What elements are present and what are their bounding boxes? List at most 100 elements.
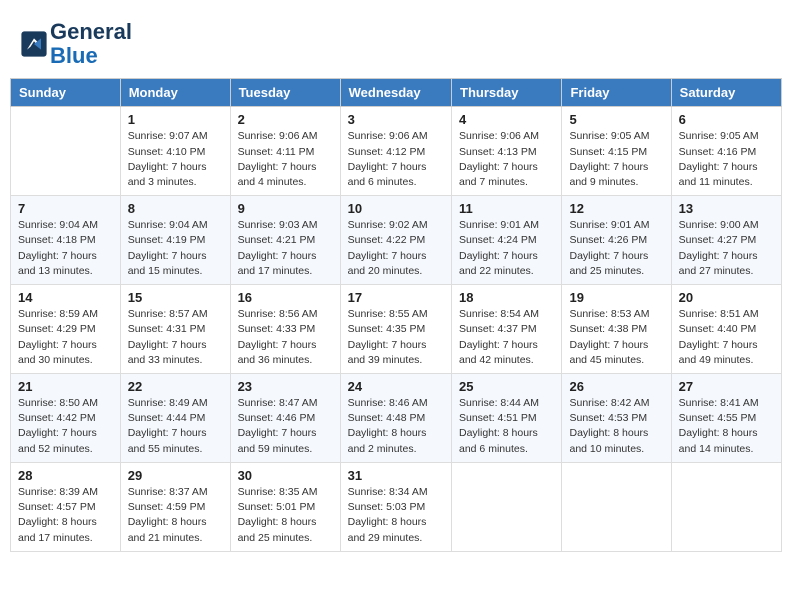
day-info: Sunrise: 8:37 AM Sunset: 4:59 PM Dayligh… (128, 485, 223, 546)
day-number: 12 (569, 201, 663, 216)
day-number: 17 (348, 290, 444, 305)
logo: General Blue (20, 20, 132, 68)
day-number: 16 (238, 290, 333, 305)
calendar-cell: 4 Sunrise: 9:06 AM Sunset: 4:13 PM Daylig… (452, 107, 562, 196)
day-number: 18 (459, 290, 554, 305)
calendar-cell: 24 Sunrise: 8:46 AM Sunset: 4:48 PM Dayli… (340, 374, 451, 463)
day-info: Sunrise: 9:04 AM Sunset: 4:19 PM Dayligh… (128, 218, 223, 279)
logo-icon (20, 30, 48, 58)
calendar-cell (562, 462, 671, 551)
day-info: Sunrise: 9:03 AM Sunset: 4:21 PM Dayligh… (238, 218, 333, 279)
calendar-cell: 14Sunrise: 8:59 AM Sunset: 4:29 PM Dayli… (11, 285, 121, 374)
day-number: 7 (18, 201, 113, 216)
calendar-cell: 10 Sunrise: 9:02 AM Sunset: 4:22 PM Dayli… (340, 196, 451, 285)
calendar-cell: 17 Sunrise: 8:55 AM Sunset: 4:35 PM Dayli… (340, 285, 451, 374)
day-number: 26 (569, 379, 663, 394)
day-number: 19 (569, 290, 663, 305)
day-number: 22 (128, 379, 223, 394)
calendar-cell: 21 Sunrise: 8:50 AM Sunset: 4:42 PM Dayli… (11, 374, 121, 463)
day-number: 11 (459, 201, 554, 216)
day-info: Sunrise: 8:50 AM Sunset: 4:42 PM Dayligh… (18, 396, 113, 457)
day-info: Sunrise: 8:56 AM Sunset: 4:33 PM Dayligh… (238, 307, 333, 368)
calendar-cell (671, 462, 781, 551)
day-info: Sunrise: 8:42 AM Sunset: 4:53 PM Dayligh… (569, 396, 663, 457)
day-number: 25 (459, 379, 554, 394)
calendar-cell: 13 Sunrise: 9:00 AM Sunset: 4:27 PM Dayli… (671, 196, 781, 285)
day-number: 24 (348, 379, 444, 394)
calendar-cell: 22Sunrise: 8:49 AM Sunset: 4:44 PM Dayli… (120, 374, 230, 463)
week-row-1: 1 Sunrise: 9:07 AM Sunset: 4:10 PM Daylig… (11, 107, 782, 196)
week-row-2: 7 Sunrise: 9:04 AM Sunset: 4:18 PM Daylig… (11, 196, 782, 285)
col-header-monday: Monday (120, 79, 230, 107)
day-info: Sunrise: 8:51 AM Sunset: 4:40 PM Dayligh… (679, 307, 774, 368)
day-number: 6 (679, 112, 774, 127)
day-number: 10 (348, 201, 444, 216)
day-number: 8 (128, 201, 223, 216)
day-info: Sunrise: 8:53 AM Sunset: 4:38 PM Dayligh… (569, 307, 663, 368)
calendar-cell: 19 Sunrise: 8:53 AM Sunset: 4:38 PM Dayli… (562, 285, 671, 374)
day-info: Sunrise: 8:59 AM Sunset: 4:29 PM Dayligh… (18, 307, 113, 368)
calendar-cell: 1 Sunrise: 9:07 AM Sunset: 4:10 PM Daylig… (120, 107, 230, 196)
day-number: 31 (348, 468, 444, 483)
calendar-cell: 29 Sunrise: 8:37 AM Sunset: 4:59 PM Dayli… (120, 462, 230, 551)
week-row-3: 14Sunrise: 8:59 AM Sunset: 4:29 PM Dayli… (11, 285, 782, 374)
day-number: 15 (128, 290, 223, 305)
col-header-friday: Friday (562, 79, 671, 107)
day-info: Sunrise: 8:57 AM Sunset: 4:31 PM Dayligh… (128, 307, 223, 368)
day-info: Sunrise: 8:44 AM Sunset: 4:51 PM Dayligh… (459, 396, 554, 457)
day-info: Sunrise: 9:07 AM Sunset: 4:10 PM Dayligh… (128, 129, 223, 190)
calendar-cell: 27 Sunrise: 8:41 AM Sunset: 4:55 PM Dayli… (671, 374, 781, 463)
calendar-cell: 25 Sunrise: 8:44 AM Sunset: 4:51 PM Dayli… (452, 374, 562, 463)
day-info: Sunrise: 8:55 AM Sunset: 4:35 PM Dayligh… (348, 307, 444, 368)
week-row-5: 28Sunrise: 8:39 AM Sunset: 4:57 PM Dayli… (11, 462, 782, 551)
page-header: General Blue (10, 10, 782, 73)
calendar-cell: 9Sunrise: 9:03 AM Sunset: 4:21 PM Daylig… (230, 196, 340, 285)
col-header-wednesday: Wednesday (340, 79, 451, 107)
day-number: 13 (679, 201, 774, 216)
calendar-cell (11, 107, 121, 196)
day-number: 5 (569, 112, 663, 127)
day-number: 30 (238, 468, 333, 483)
calendar-cell: 3 Sunrise: 9:06 AM Sunset: 4:12 PM Daylig… (340, 107, 451, 196)
calendar-cell: 8 Sunrise: 9:04 AM Sunset: 4:19 PM Daylig… (120, 196, 230, 285)
day-info: Sunrise: 9:05 AM Sunset: 4:16 PM Dayligh… (679, 129, 774, 190)
day-number: 29 (128, 468, 223, 483)
calendar-cell: 23Sunrise: 8:47 AM Sunset: 4:46 PM Dayli… (230, 374, 340, 463)
day-number: 27 (679, 379, 774, 394)
day-number: 20 (679, 290, 774, 305)
calendar-cell: 11 Sunrise: 9:01 AM Sunset: 4:24 PM Dayli… (452, 196, 562, 285)
day-info: Sunrise: 8:41 AM Sunset: 4:55 PM Dayligh… (679, 396, 774, 457)
day-info: Sunrise: 9:01 AM Sunset: 4:24 PM Dayligh… (459, 218, 554, 279)
calendar-body: 1 Sunrise: 9:07 AM Sunset: 4:10 PM Daylig… (11, 107, 782, 551)
day-info: Sunrise: 8:54 AM Sunset: 4:37 PM Dayligh… (459, 307, 554, 368)
day-info: Sunrise: 9:05 AM Sunset: 4:15 PM Dayligh… (569, 129, 663, 190)
calendar-cell: 2Sunrise: 9:06 AM Sunset: 4:11 PM Daylig… (230, 107, 340, 196)
day-info: Sunrise: 8:46 AM Sunset: 4:48 PM Dayligh… (348, 396, 444, 457)
day-number: 3 (348, 112, 444, 127)
day-info: Sunrise: 9:04 AM Sunset: 4:18 PM Dayligh… (18, 218, 113, 279)
day-info: Sunrise: 9:01 AM Sunset: 4:26 PM Dayligh… (569, 218, 663, 279)
calendar-header-row: SundayMondayTuesdayWednesdayThursdayFrid… (11, 79, 782, 107)
day-info: Sunrise: 9:06 AM Sunset: 4:13 PM Dayligh… (459, 129, 554, 190)
day-info: Sunrise: 8:35 AM Sunset: 5:01 PM Dayligh… (238, 485, 333, 546)
day-number: 23 (238, 379, 333, 394)
day-number: 28 (18, 468, 113, 483)
day-number: 2 (238, 112, 333, 127)
calendar-cell: 31 Sunrise: 8:34 AM Sunset: 5:03 PM Dayli… (340, 462, 451, 551)
calendar-cell: 28Sunrise: 8:39 AM Sunset: 4:57 PM Dayli… (11, 462, 121, 551)
col-header-saturday: Saturday (671, 79, 781, 107)
day-number: 1 (128, 112, 223, 127)
calendar-cell: 30 Sunrise: 8:35 AM Sunset: 5:01 PM Dayli… (230, 462, 340, 551)
calendar-cell: 6 Sunrise: 9:05 AM Sunset: 4:16 PM Daylig… (671, 107, 781, 196)
calendar-cell: 12 Sunrise: 9:01 AM Sunset: 4:26 PM Dayli… (562, 196, 671, 285)
logo-text: General Blue (50, 20, 132, 68)
col-header-sunday: Sunday (11, 79, 121, 107)
day-info: Sunrise: 9:06 AM Sunset: 4:12 PM Dayligh… (348, 129, 444, 190)
calendar-table: SundayMondayTuesdayWednesdayThursdayFrid… (10, 78, 782, 551)
day-info: Sunrise: 8:34 AM Sunset: 5:03 PM Dayligh… (348, 485, 444, 546)
col-header-thursday: Thursday (452, 79, 562, 107)
day-info: Sunrise: 9:00 AM Sunset: 4:27 PM Dayligh… (679, 218, 774, 279)
day-number: 4 (459, 112, 554, 127)
day-number: 21 (18, 379, 113, 394)
day-info: Sunrise: 9:02 AM Sunset: 4:22 PM Dayligh… (348, 218, 444, 279)
